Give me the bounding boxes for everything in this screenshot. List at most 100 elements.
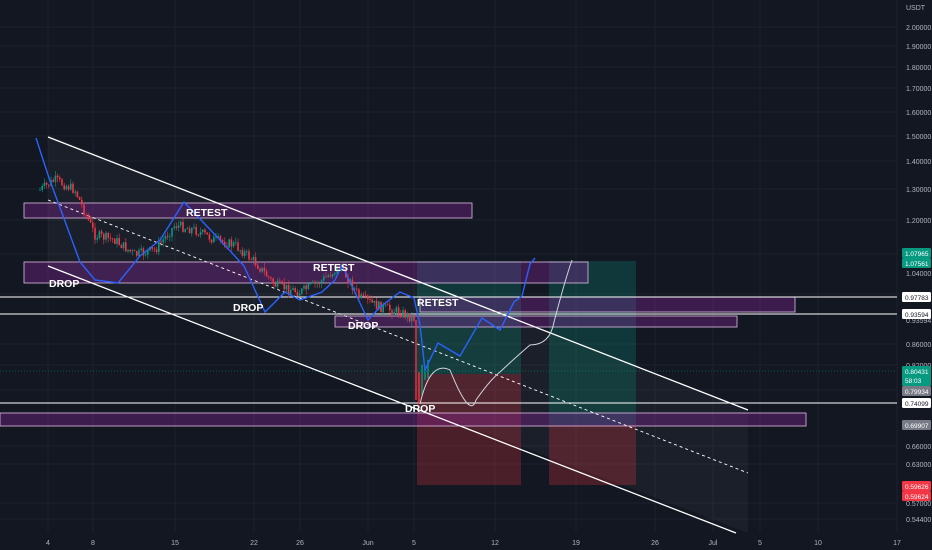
candle-body [239, 250, 241, 252]
candle-body [371, 299, 373, 303]
price-tag-label: 1.07561 [905, 261, 929, 268]
candle-body [232, 242, 235, 247]
time-tick: 4 [46, 540, 50, 547]
price-tag-label: 0.59626 [905, 484, 929, 491]
candle-body [252, 257, 255, 260]
candle-body [265, 271, 268, 277]
candle-body [364, 295, 367, 297]
candle-body [406, 313, 409, 318]
candle-body [45, 182, 48, 185]
candle-body [367, 295, 369, 299]
candle-body [162, 239, 164, 243]
candle-body [400, 314, 402, 318]
candle-body [199, 231, 202, 236]
candle-body [169, 236, 171, 238]
candle-body [316, 283, 318, 284]
candle-body [320, 280, 323, 285]
candle-body [188, 228, 191, 234]
candle-body [48, 184, 50, 186]
time-tick: 8 [91, 540, 95, 547]
candle-body [246, 251, 248, 253]
candle-body [114, 239, 116, 244]
price-tick: 1.04000 [906, 271, 931, 278]
price-chart[interactable]: RETEST RETEST RETEST DROP DROP DROP DROP… [0, 0, 932, 550]
candle-body [272, 278, 274, 284]
candle-body [356, 288, 358, 290]
countdown-label: 58:03 [905, 378, 922, 385]
drop-label: DROP [348, 320, 378, 332]
candle-body [96, 238, 98, 240]
candle-body [411, 316, 413, 322]
candle-body [274, 283, 277, 287]
candle-body [254, 257, 257, 266]
candle-body [186, 228, 189, 230]
candle-body [375, 300, 378, 310]
candle-body [360, 294, 362, 298]
candle-body [59, 177, 61, 180]
price-tick: 0.63000 [906, 462, 931, 469]
candle-body [70, 183, 72, 190]
candle-body [61, 179, 63, 186]
candle-body [195, 227, 197, 235]
price-tick: 0.86000 [906, 342, 931, 349]
candle-body [303, 285, 305, 289]
candle-body [287, 284, 290, 294]
candle-body [389, 304, 391, 311]
price-tick: 1.20000 [906, 218, 931, 225]
currency-label: USDT [906, 5, 926, 12]
candle-body [129, 249, 131, 252]
candle-body [248, 251, 250, 260]
candle-body [136, 251, 138, 256]
candle-body [279, 280, 281, 282]
time-tick: 5 [758, 540, 762, 547]
candle-body [285, 284, 288, 290]
candle-body [413, 316, 415, 321]
candle-body [206, 232, 208, 235]
candle-body [175, 226, 178, 228]
candle-body [213, 236, 215, 243]
candle-body [393, 312, 395, 315]
candle-body [250, 259, 252, 261]
candle-body [116, 238, 118, 244]
candle-body [177, 225, 180, 228]
candle-body [100, 231, 103, 234]
candle-body [107, 232, 109, 238]
candle-body [327, 275, 329, 277]
candle-body [395, 307, 398, 313]
price-tag-label: 0.74099 [905, 401, 929, 408]
candle-body [125, 242, 127, 252]
candle-body [164, 236, 167, 240]
candle-body [314, 281, 316, 284]
price-tag-label: 1.07965 [905, 251, 929, 258]
second-profit-zone [549, 261, 636, 425]
time-tick: Jul [709, 540, 718, 547]
price-tick: 1.70000 [906, 86, 931, 93]
candle-body [83, 204, 85, 215]
candle-body [180, 221, 182, 226]
candle-body [122, 242, 125, 249]
candle-body [210, 239, 213, 243]
price-tick: 1.30000 [906, 187, 931, 194]
candle-body [193, 227, 195, 229]
candle-body [103, 233, 105, 240]
candle-body [309, 283, 312, 284]
candle-body [243, 251, 246, 256]
price-tag-label: 0.93594 [905, 312, 929, 319]
candle-body [63, 185, 65, 190]
candle-body [323, 276, 325, 281]
candle-body [153, 248, 156, 250]
price-tick: 0.66000 [906, 444, 931, 451]
time-tick: 12 [491, 540, 499, 547]
candle-body [76, 191, 79, 197]
candle-body [384, 304, 387, 306]
price-tick: 2.00000 [906, 25, 931, 32]
candle-body [296, 291, 299, 296]
drop-label: DROP [49, 278, 79, 290]
candle-body [397, 307, 400, 315]
candle-body [94, 227, 96, 240]
price-tick: 0.57000 [906, 501, 931, 508]
candle-body [301, 288, 303, 294]
price-tag-label: 0.59624 [905, 494, 929, 501]
candle-body [111, 238, 114, 240]
candle-body [74, 191, 76, 193]
